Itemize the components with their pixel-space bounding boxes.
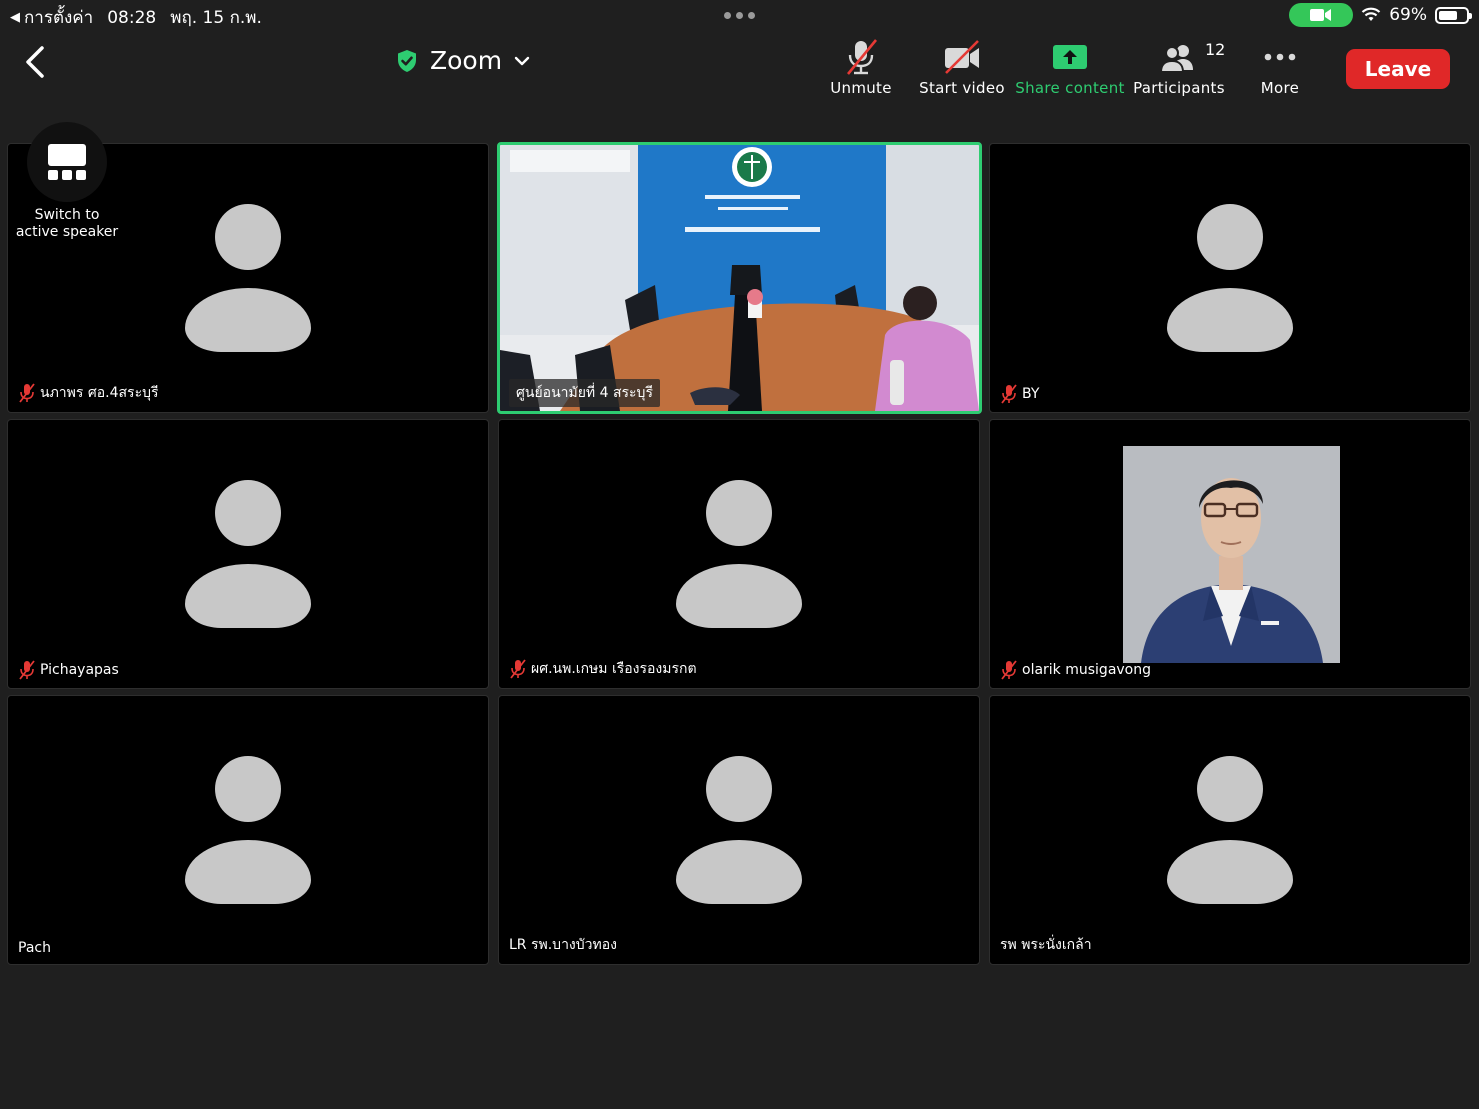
participant-name-row: olarik musigavong [1000, 660, 1151, 680]
share-content-label: Share content [1015, 79, 1125, 97]
meeting-title: Zoom [430, 46, 503, 75]
back-chevron-icon[interactable] [22, 44, 52, 80]
participant-name-row: ผศ.นพ.เกษม เรืองรองมรกต [509, 658, 697, 680]
microphone-muted-icon [843, 38, 879, 76]
video-tile[interactable]: olarik musigavong [989, 419, 1471, 689]
video-tile[interactable]: Pach [7, 695, 489, 965]
video-tile[interactable]: ผศ.นพ.เกษม เรืองรองมรกต [498, 419, 980, 689]
participant-name-row: นภาพร ศอ.4สระบุรี [18, 382, 159, 404]
mic-muted-icon [510, 659, 526, 679]
meeting-room-video [500, 145, 979, 411]
participant-name-row: LR รพ.บางบัวทอง [509, 934, 617, 956]
zoom-meeting-screen: ◀ การตั้งค่า 08:28 พฤ. 15 ก.พ. 69% Zoom … [0, 0, 1479, 1109]
participant-name-row: Pach [18, 940, 51, 956]
video-camera-off-icon [942, 38, 982, 76]
participant-name: BY [1022, 386, 1040, 402]
participant-name: olarik musigavong [1022, 662, 1152, 678]
mic-muted-icon [19, 383, 35, 403]
video-tile[interactable]: รพ พระนั่งเกล้า [989, 695, 1471, 965]
share-content-button[interactable]: Share content [1010, 38, 1130, 97]
participant-name-row: รพ พระนั่งเกล้า [1000, 934, 1092, 956]
participant-name-row: Pichayapas [18, 660, 119, 680]
participant-name: Pach [18, 940, 51, 956]
status-time: 08:28 [107, 7, 157, 28]
participant-name: ศูนย์อนามัยที่ 4 สระบุรี [516, 385, 653, 401]
wifi-icon [1361, 7, 1381, 21]
switch-speaker-line2: active speaker [15, 224, 119, 240]
participant-name: นภาพร ศอ.4สระบุรี [40, 385, 159, 401]
shield-check-icon [398, 49, 416, 72]
participants-icon: 12 [1159, 38, 1225, 76]
switch-speaker-label: Switch to active speaker [12, 207, 122, 241]
status-bar: ◀ การตั้งค่า 08:28 พฤ. 15 ก.พ. 69% [0, 0, 1479, 30]
mic-muted-icon [1001, 384, 1017, 404]
participant-name: LR รพ.บางบัวทอง [509, 937, 617, 953]
avatar-placeholder-icon [185, 480, 311, 628]
participant-name: รพ พระนั่งเกล้า [1000, 937, 1092, 953]
participant-name-row: ศูนย์อนามัยที่ 4 สระบุรี [509, 379, 660, 407]
video-tile[interactable]: LR รพ.บางบัวทอง [498, 695, 980, 965]
mic-muted-icon [19, 660, 35, 680]
status-bar-left: ◀ การตั้งค่า 08:28 พฤ. 15 ก.พ. [10, 4, 262, 31]
status-bar-right: 69% [1289, 3, 1472, 27]
meeting-title-menu[interactable]: Zoom [396, 46, 530, 75]
back-to-app-label[interactable]: การตั้งค่า [24, 4, 93, 31]
switch-to-active-speaker-button[interactable]: Switch to active speaker [12, 122, 122, 241]
avatar-placeholder-icon [1167, 756, 1293, 904]
profile-photo [1123, 446, 1340, 663]
participant-name: Pichayapas [40, 662, 119, 678]
video-tile[interactable]: Pichayapas [7, 419, 489, 689]
avatar-placeholder-icon [185, 204, 311, 352]
avatar-placeholder-icon [185, 756, 311, 904]
status-date: พฤ. 15 ก.พ. [170, 8, 262, 28]
battery-percent: 69% [1389, 5, 1427, 25]
video-tile-active-speaker[interactable]: ศูนย์อนามัยที่ 4 สระบุรี [497, 142, 982, 414]
start-video-label: Start video [919, 79, 1005, 97]
avatar-placeholder-icon [676, 480, 802, 628]
chevron-down-icon [514, 56, 530, 65]
multitasking-dots-icon[interactable] [724, 12, 755, 19]
avatar-placeholder-icon [676, 756, 802, 904]
video-tile[interactable]: BY [989, 143, 1471, 413]
participants-label: Participants [1133, 79, 1225, 97]
participant-name-row: BY [1000, 384, 1039, 404]
start-video-button[interactable]: Start video [902, 38, 1022, 97]
speaker-view-icon [27, 122, 107, 202]
mic-muted-icon [1001, 660, 1017, 680]
more-button[interactable]: More [1220, 38, 1340, 97]
back-to-app-icon[interactable]: ◀ [10, 10, 20, 25]
share-screen-icon [1051, 38, 1089, 76]
unmute-label: Unmute [830, 79, 892, 97]
avatar-placeholder-icon [1167, 204, 1293, 352]
battery-icon [1435, 6, 1472, 24]
participant-name: ผศ.นพ.เกษม เรืองรองมรกต [531, 661, 697, 677]
camera-in-use-icon [1289, 3, 1354, 27]
leave-button[interactable]: Leave [1346, 49, 1450, 89]
switch-speaker-line1: Switch to [34, 207, 100, 223]
more-dots-icon [1263, 38, 1297, 76]
more-label: More [1260, 79, 1300, 97]
